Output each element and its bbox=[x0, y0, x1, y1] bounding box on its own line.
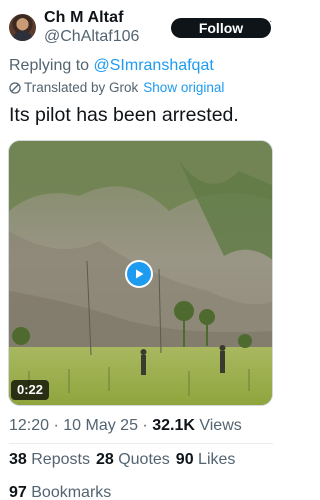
divider bbox=[9, 443, 273, 444]
tweet-time-link[interactable]: 12:20 · 10 May 25 bbox=[9, 417, 138, 434]
tweet-meta: 12:20 · 10 May 25 · 32.1K Views bbox=[9, 417, 242, 434]
replying-to: Replying to @SImranshafqat bbox=[9, 57, 214, 75]
quotes-label: Quotes bbox=[118, 451, 170, 468]
likes-label: Likes bbox=[198, 451, 236, 468]
reposts-count: 38 bbox=[9, 451, 27, 468]
views-label: Views bbox=[199, 417, 242, 434]
bookmarks-count: 97 bbox=[9, 484, 27, 500]
video-duration-badge: 0:22 bbox=[11, 380, 50, 400]
author-handle[interactable]: @ChAltaf106 bbox=[44, 28, 139, 46]
tweet-time: 12:20 bbox=[9, 417, 50, 434]
play-icon bbox=[136, 269, 144, 279]
tweet-header: Ch M Altaf @ChAltaf106 Follow · bbox=[0, 0, 281, 52]
reposts-link[interactable]: 38 Reposts bbox=[9, 451, 90, 468]
more-options-icon[interactable]: · bbox=[269, 17, 278, 27]
quotes-link[interactable]: 28 Quotes bbox=[96, 451, 170, 468]
views-count: 32.1K bbox=[152, 417, 195, 434]
quotes-count: 28 bbox=[95, 451, 114, 468]
replying-prefix: Replying to bbox=[9, 57, 94, 74]
tweet-text: Its pilot has been arrested. bbox=[9, 104, 239, 126]
bookmarks-label: Bookmarks bbox=[31, 484, 112, 500]
likes-count: 90 bbox=[175, 451, 194, 468]
author-name[interactable]: Ch M Altaf bbox=[44, 9, 124, 27]
likes-link[interactable]: 90 Likes bbox=[176, 451, 236, 468]
engagement-stats: 38 Reposts 28 Quotes 90 Likes bbox=[9, 451, 235, 469]
translated-label: Translated by Grok bbox=[24, 80, 139, 95]
avatar[interactable] bbox=[9, 14, 36, 41]
show-original-link[interactable]: Show original bbox=[143, 80, 224, 95]
translate-icon bbox=[9, 81, 21, 94]
play-button[interactable] bbox=[125, 260, 153, 288]
follow-button[interactable]: Follow bbox=[171, 18, 271, 38]
bookmarks-link[interactable]: 97 Bookmarks bbox=[9, 484, 111, 500]
reply-to-handle-link[interactable]: @SImranshafqat bbox=[94, 57, 214, 74]
tweet-date: 10 May 25 bbox=[63, 417, 138, 434]
translation-notice: Translated by Grok Show original bbox=[9, 80, 224, 95]
reposts-label: Reposts bbox=[31, 451, 90, 468]
